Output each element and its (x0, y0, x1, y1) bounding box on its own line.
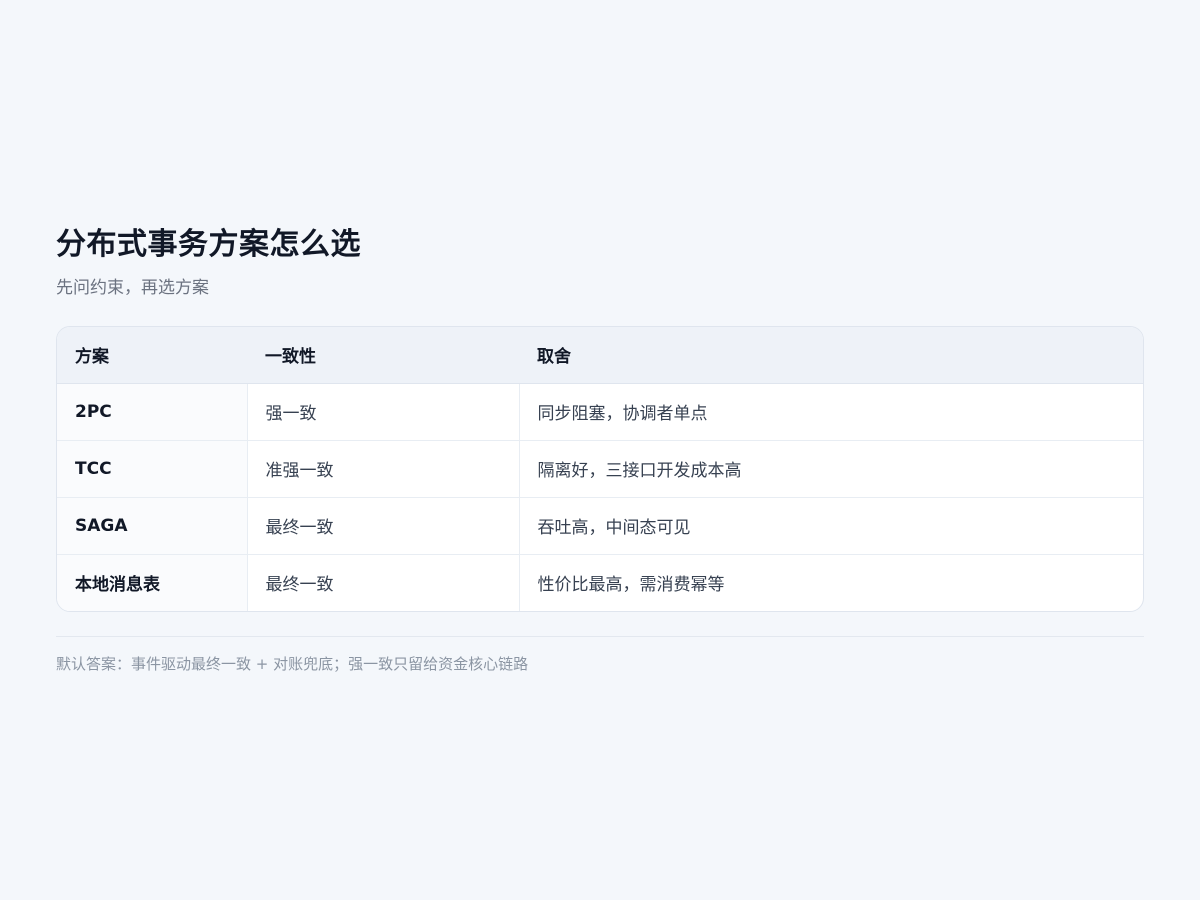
cell-consistency: 强一致 (246, 383, 519, 441)
header-tradeoff: 取舍 (519, 327, 1143, 384)
header-scheme: 方案 (57, 327, 247, 384)
cell-scheme: 本地消息表 (57, 554, 247, 611)
comparison-table: 方案 一致性 取舍 2PC 强一致 同步阻塞，协调者单点 TCC 准强一致 隔离… (57, 327, 1143, 611)
table-row: 2PC 强一致 同步阻塞，协调者单点 (57, 383, 1143, 441)
page-content: 分布式事务方案怎么选 先问约束，再选方案 方案 一致性 取舍 2PC 强一致 同 (56, 226, 1144, 674)
page-title: 分布式事务方案怎么选 (56, 227, 361, 262)
comparison-table-card: 方案 一致性 取舍 2PC 强一致 同步阻塞，协调者单点 TCC 准强一致 隔离… (56, 326, 1144, 612)
table-row: TCC 准强一致 隔离好，三接口开发成本高 (57, 440, 1143, 498)
cell-tradeoff: 性价比最高，需消费幂等 (518, 554, 1143, 611)
cell-scheme: TCC (57, 440, 247, 498)
table-header-row: 方案 一致性 取舍 (57, 327, 1143, 384)
table-row: SAGA 最终一致 吞吐高，中间态可见 (57, 497, 1143, 555)
cell-consistency: 最终一致 (246, 554, 519, 611)
divider (56, 636, 1144, 637)
page-subtitle: 先问约束，再选方案 (56, 278, 209, 298)
cell-tradeoff: 同步阻塞，协调者单点 (518, 383, 1143, 441)
cell-consistency: 最终一致 (246, 497, 519, 555)
cell-scheme: 2PC (57, 383, 247, 441)
table-row: 本地消息表 最终一致 性价比最高，需消费幂等 (57, 554, 1143, 611)
cell-tradeoff: 吞吐高，中间态可见 (518, 497, 1143, 555)
cell-consistency: 准强一致 (246, 440, 519, 498)
cell-tradeoff: 隔离好，三接口开发成本高 (518, 440, 1143, 498)
footnote: 默认答案：事件驱动最终一致 + 对账兜底；强一致只留给资金核心链路 (56, 655, 529, 673)
cell-scheme: SAGA (57, 497, 247, 555)
header-consistency: 一致性 (247, 327, 519, 384)
